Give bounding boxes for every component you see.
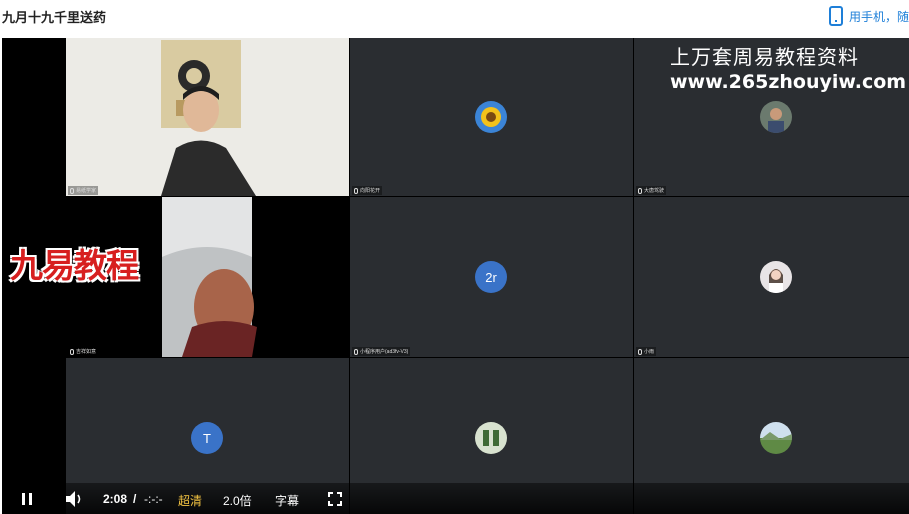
duration: -:-:- [144, 492, 163, 506]
pause-icon[interactable] [20, 492, 34, 506]
mobile-watch-link[interactable]: 用手机，随 [828, 5, 909, 27]
video-tile-person: 上万套周易教程资料 www.265zhouyiw.com 大唐驾驶 [634, 38, 909, 196]
player-controls: 2:08 / -:-:- 超清 2.0倍 字幕 [2, 483, 909, 514]
fullscreen-icon[interactable] [328, 492, 342, 506]
volume-icon[interactable] [65, 490, 85, 508]
header-bar: 九月十九千里送药 用手机，随 [0, 0, 909, 38]
participant-name-woman: 小雨 [636, 347, 657, 356]
subtitles-button[interactable]: 字幕 [275, 492, 299, 509]
avatar-t: T [191, 422, 223, 454]
phone-icon [828, 6, 843, 26]
avatar-green [475, 422, 507, 454]
video-tile-elder: 九易教程 吉祥如意 [2, 197, 349, 357]
video-tile-sunflower: 向阳花开 [350, 38, 633, 196]
avatar-woman [760, 261, 792, 293]
mic-icon [70, 187, 74, 194]
mic-icon [354, 187, 358, 194]
logo-text: 九易教程 [10, 246, 139, 285]
video-player[interactable]: 易纸学家 向阳花开 上万套周易教程资料 www.265zhouyiw.com 大… [2, 38, 909, 514]
avatar-person [760, 101, 792, 133]
watermark-line1: 上万套周易教程资料 [670, 45, 859, 69]
watermark-line2: www.265zhouyiw.com [670, 71, 907, 93]
video-tile-host: 易纸学家 [66, 38, 349, 196]
page-title: 九月十九千里送药 [2, 10, 107, 25]
participant-name-person: 大唐驾驶 [636, 186, 667, 195]
video-tile-woman: 小雨 [634, 197, 909, 357]
mic-icon [70, 348, 74, 355]
mic-icon [354, 348, 358, 355]
mobile-watch-label: 用手机，随 [848, 9, 909, 24]
mic-icon [638, 348, 642, 355]
participant-name-sunflower: 向阳花开 [352, 186, 383, 195]
participant-name-host: 易纸学家 [68, 186, 99, 195]
video-tile-2r: 2r 小程序用户(ad3fv-V3) [350, 197, 633, 357]
time-separator: / [133, 492, 137, 506]
avatar-sunflower [475, 101, 507, 133]
avatar-landscape [760, 422, 792, 454]
participant-name-elder: 吉祥如意 [68, 347, 99, 356]
speed-button[interactable]: 2.0倍 [223, 492, 252, 509]
participant-name-2r: 小程序用户(ad3fv-V3) [352, 347, 411, 356]
avatar-2r: 2r [475, 261, 507, 293]
quality-button[interactable]: 超清 [178, 492, 202, 509]
current-time: 2:08 [103, 492, 128, 506]
mic-icon [638, 187, 642, 194]
host-video-frame [66, 38, 349, 196]
